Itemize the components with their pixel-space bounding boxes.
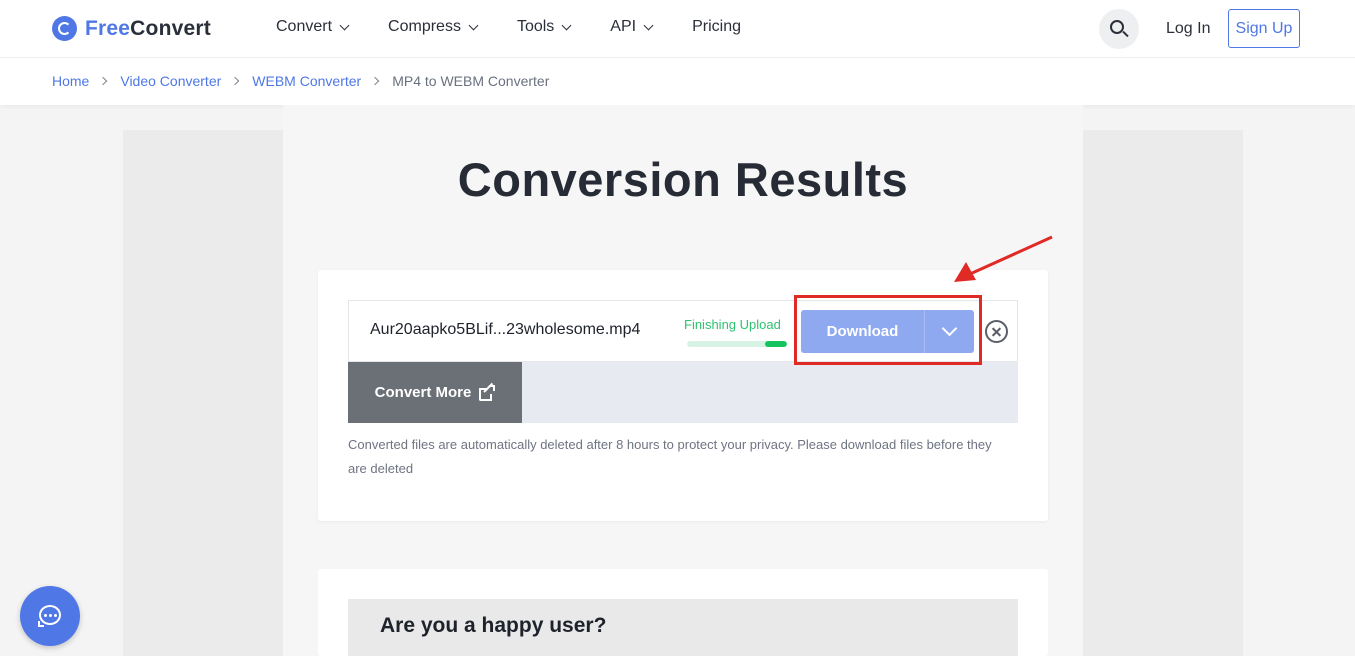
search-button[interactable] xyxy=(1099,9,1139,49)
happy-user-bar: Are you a happy user? xyxy=(348,599,1018,656)
nav-compress[interactable]: Compress xyxy=(388,18,479,36)
file-name: Aur20aapko5BLif...23wholesome.mp4 xyxy=(370,321,641,338)
nav-tools[interactable]: Tools xyxy=(516,18,572,36)
privacy-note: Converted files are automatically delete… xyxy=(348,437,992,476)
logo-icon xyxy=(52,16,77,41)
nav-compress-label: Compress xyxy=(388,18,461,35)
remove-file-button[interactable] xyxy=(985,320,1008,343)
breadcrumb-video-converter[interactable]: Video Converter xyxy=(120,73,221,89)
breadcrumb-current: MP4 to WEBM Converter xyxy=(392,73,550,89)
chat-button[interactable] xyxy=(20,586,80,646)
breadcrumb-home[interactable]: Home xyxy=(52,73,89,89)
happy-user-title: Are you a happy user? xyxy=(380,614,607,637)
chat-icon-tail xyxy=(38,621,44,627)
happy-user-card: Are you a happy user? xyxy=(318,569,1048,656)
nav-pricing[interactable]: Pricing xyxy=(692,18,741,36)
freeconvert-logo[interactable]: FreeConvert xyxy=(52,16,211,41)
download-highlight-box xyxy=(794,295,982,365)
annotation-arrow-icon xyxy=(954,235,1053,282)
chat-icon-dot xyxy=(44,614,47,617)
chevron-down-icon xyxy=(468,20,479,30)
upload-status: Finishing Upload xyxy=(684,317,781,332)
chat-icon-dot xyxy=(54,614,57,617)
upload-progress-bar xyxy=(687,341,787,347)
left-ad-column xyxy=(123,130,283,656)
chevron-right-icon xyxy=(231,76,240,86)
action-row: Convert More xyxy=(348,362,1018,423)
chevron-right-icon xyxy=(99,76,108,86)
logo-text-free: Free xyxy=(85,16,131,40)
external-link-icon xyxy=(479,382,496,401)
convert-more-label: Convert More xyxy=(374,384,472,401)
chevron-down-icon xyxy=(643,20,654,30)
breadcrumb-bar: Home Video Converter WEBM Converter MP4 … xyxy=(0,58,1355,105)
signup-button[interactable]: Sign Up xyxy=(1228,9,1300,48)
chevron-down-icon xyxy=(339,20,350,30)
page-title: Conversion Results xyxy=(457,153,909,206)
logo-text: FreeConvert xyxy=(85,17,211,41)
nav-api-label: API xyxy=(610,18,637,35)
nav-convert-label: Convert xyxy=(276,18,333,35)
convert-more-button[interactable]: Convert More xyxy=(348,362,522,423)
nav-pricing-label: Pricing xyxy=(692,18,741,35)
search-icon-handle xyxy=(1122,30,1129,38)
breadcrumb-webm-converter[interactable]: WEBM Converter xyxy=(252,73,361,89)
chevron-down-icon xyxy=(561,20,572,30)
right-ad-column xyxy=(1083,130,1243,656)
chevron-right-icon xyxy=(370,76,380,86)
main-nav: Convert Compress Tools API Pricing xyxy=(276,18,781,36)
breadcrumb: Home Video Converter WEBM Converter MP4 … xyxy=(52,73,549,89)
upload-progress-fill xyxy=(765,341,787,347)
login-link[interactable]: Log In xyxy=(1166,20,1210,38)
nav-tools-label: Tools xyxy=(516,18,555,35)
logo-text-convert: Convert xyxy=(130,16,211,40)
nav-api[interactable]: API xyxy=(610,18,654,36)
top-navbar: FreeConvert Convert Compress Tools API P… xyxy=(0,0,1355,58)
nav-convert[interactable]: Convert xyxy=(276,18,350,36)
chat-icon-dot xyxy=(49,614,52,617)
